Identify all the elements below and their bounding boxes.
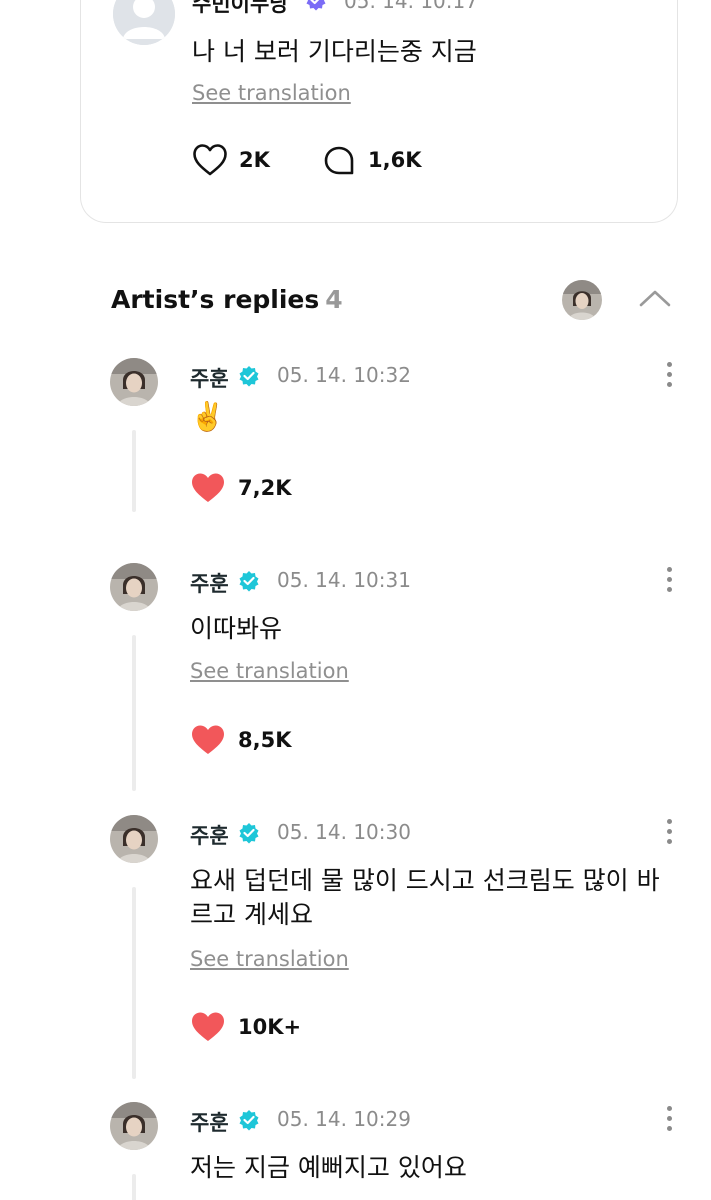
- post-card: 수빈이누낭 05. 14. 10:17 나 너 보러 기다리는중 지금 See …: [80, 0, 678, 223]
- reply-like-count: 7,2K: [238, 476, 292, 500]
- post-author-name[interactable]: 수빈이누낭: [192, 0, 289, 18]
- artist-avatar[interactable]: [110, 358, 158, 406]
- post-timestamp: 05. 14. 10:17: [344, 0, 478, 13]
- thread-line: [132, 635, 136, 791]
- see-translation-link[interactable]: See translation: [190, 659, 349, 683]
- artist-avatar[interactable]: [110, 815, 158, 863]
- thread-line: [132, 887, 136, 1079]
- post-body-text: 나 너 보러 기다리는중 지금: [192, 37, 477, 66]
- heart-filled-icon[interactable]: [190, 1011, 226, 1043]
- post-author-avatar[interactable]: [113, 0, 175, 45]
- reply-text: 이따봐유: [190, 614, 283, 643]
- artist-photo-icon: [562, 280, 602, 320]
- thread-line: [132, 430, 136, 512]
- artist-replies-count: 4: [325, 285, 343, 314]
- reply-like-count: 10K+: [238, 1015, 302, 1039]
- heart-filled-icon[interactable]: [190, 724, 226, 756]
- verified-badge-icon: [239, 1110, 259, 1131]
- reply-text: 저는 지금 예뻐지고 있어요: [190, 1153, 467, 1182]
- artist-photo-icon: [110, 358, 158, 406]
- reply-author-name[interactable]: 주훈: [190, 568, 229, 598]
- artist-replies-title: Artist’s replies: [111, 285, 320, 314]
- artist-replies-header: Artist’s replies 4: [111, 285, 343, 314]
- reply-text: ✌️: [190, 400, 225, 433]
- chevron-up-icon[interactable]: [638, 288, 672, 308]
- heart-filled-icon[interactable]: [190, 472, 226, 504]
- reply-timestamp: 05. 14. 10:30: [277, 820, 411, 844]
- reply-author-name[interactable]: 주훈: [190, 820, 229, 850]
- reply-author-name[interactable]: 주훈: [190, 363, 229, 393]
- more-vertical-icon[interactable]: [666, 567, 672, 593]
- artist-photo-icon: [110, 1102, 158, 1150]
- post-comment-count: 1,6K: [368, 148, 422, 172]
- reply-like-count: 8,5K: [238, 728, 292, 752]
- artist-photo-icon: [110, 563, 158, 611]
- thread-line: [132, 1174, 136, 1200]
- verified-badge-icon: [239, 571, 259, 592]
- artist-avatar[interactable]: [562, 280, 602, 320]
- see-translation-link[interactable]: See translation: [190, 947, 349, 971]
- comment-bubble-icon[interactable]: [323, 145, 355, 177]
- reply-timestamp: 05. 14. 10:32: [277, 363, 411, 387]
- verified-badge-icon: [239, 366, 259, 387]
- reply-timestamp: 05. 14. 10:31: [277, 568, 411, 592]
- verified-badge-icon: [239, 823, 259, 844]
- fan-badge-icon: [306, 0, 326, 11]
- default-avatar-icon: [113, 0, 175, 45]
- post-like-count: 2K: [239, 148, 270, 172]
- more-vertical-icon[interactable]: [666, 1106, 672, 1132]
- artist-avatar[interactable]: [110, 1102, 158, 1150]
- reply-timestamp: 05. 14. 10:29: [277, 1107, 411, 1131]
- more-vertical-icon[interactable]: [666, 819, 672, 845]
- see-translation-link[interactable]: See translation: [192, 81, 351, 105]
- artist-avatar[interactable]: [110, 563, 158, 611]
- more-vertical-icon[interactable]: [666, 362, 672, 388]
- artist-photo-icon: [110, 815, 158, 863]
- heart-outline-icon[interactable]: [192, 143, 228, 177]
- reply-text: 요새 덥던데 물 많이 드시고 선크림도 많이 바르고 계세요: [190, 866, 660, 929]
- reply-author-name[interactable]: 주훈: [190, 1107, 229, 1137]
